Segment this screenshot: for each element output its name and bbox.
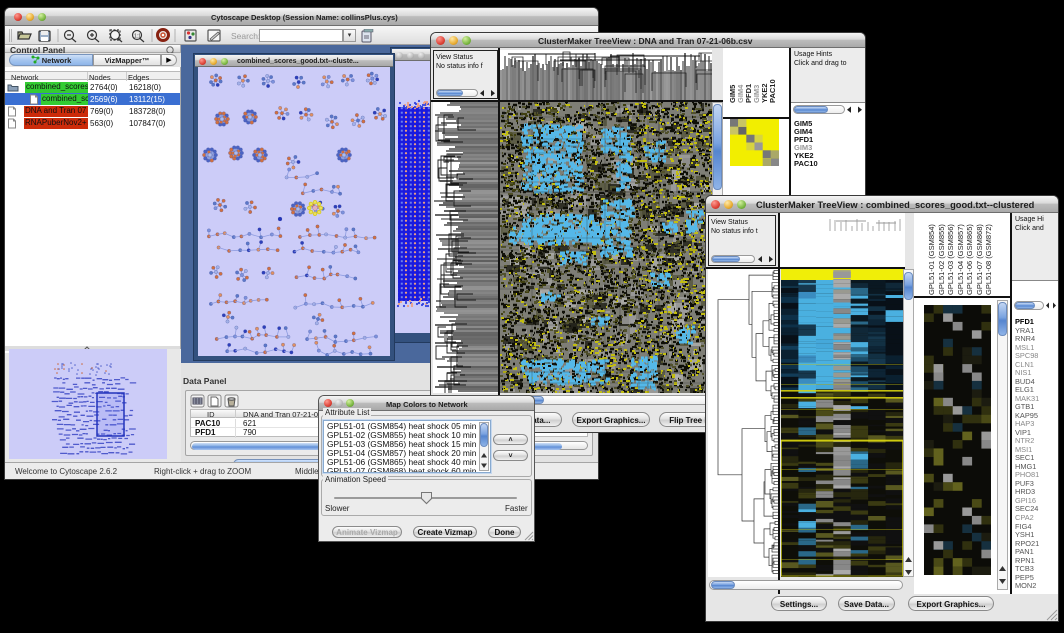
svg-text:1:1: 1:1 <box>134 34 141 40</box>
